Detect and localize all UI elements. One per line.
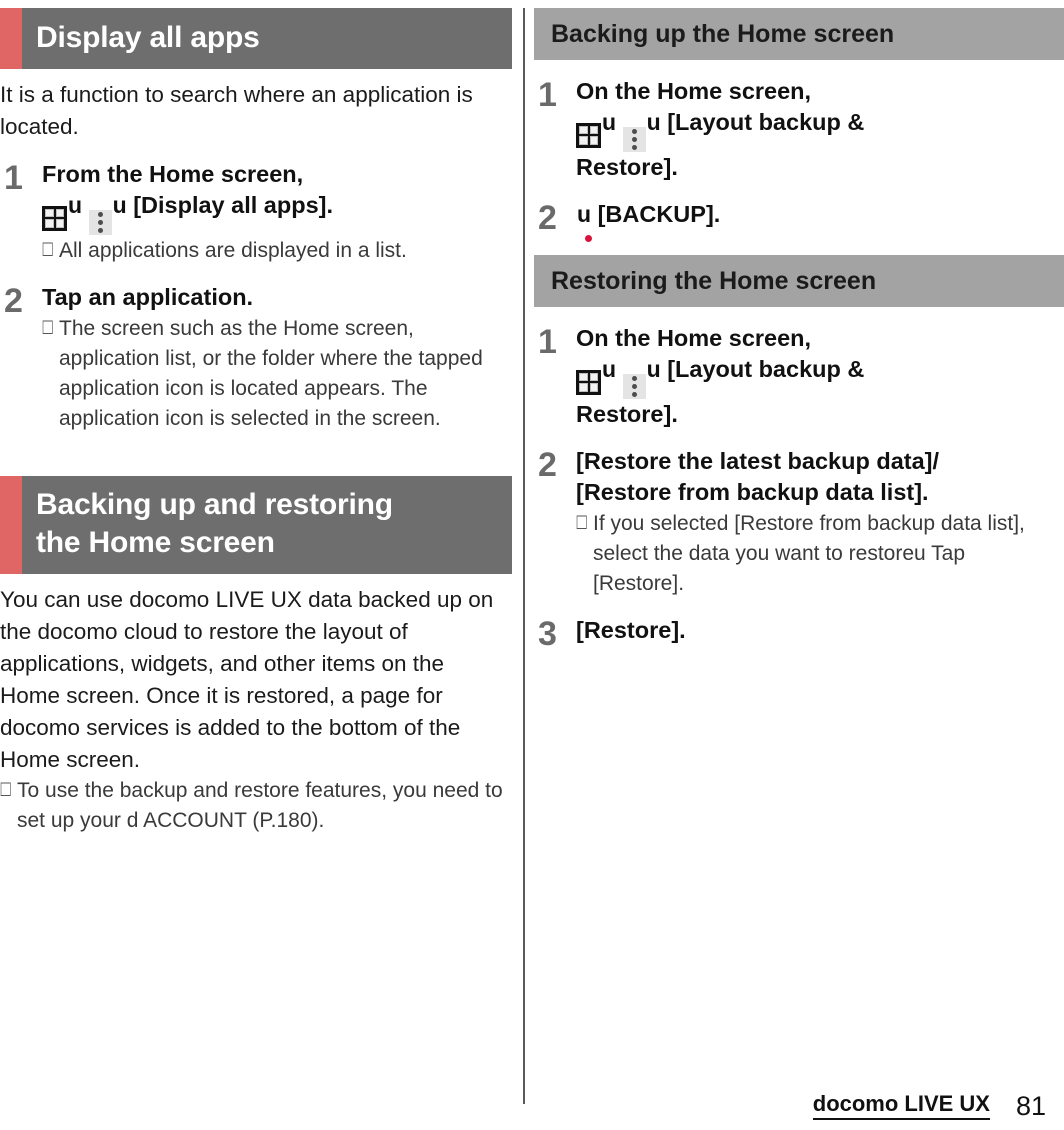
step-title: On the Home screen, u u [Layout backup &… [576, 323, 1064, 430]
step-title: [Restore]. [576, 617, 686, 643]
step-number: 2 [538, 199, 557, 237]
subsection-spacer [534, 235, 1064, 255]
step-title: Tap an application. [42, 284, 254, 310]
connector-arrow: u [602, 109, 617, 135]
step-title-line-1: On the Home screen, [576, 325, 812, 351]
subsection-header-restoring: Restoring the Home screen [534, 255, 1064, 307]
section-header-backing-up-restoring: Backing up and restoring the Home screen [0, 476, 512, 574]
step-item: 3 [Restore]. [534, 615, 1064, 651]
note-text: All applications are displayed in a list… [59, 239, 407, 262]
note-box-glyph: ⎕ [0, 780, 12, 801]
step-number: 2 [538, 446, 557, 484]
footer-section-title: docomo LIVE UX [812, 1091, 990, 1120]
red-accent-bar [0, 476, 22, 574]
step-item: 1 From the Home screen, u u [Display all… [0, 159, 512, 266]
note-box-glyph: ⎕ [42, 318, 54, 339]
step-item: 1 On the Home screen, u u [Layout backup… [534, 76, 1064, 183]
step-title-line-3: Restore]. [576, 401, 678, 427]
connector-arrow: u [646, 109, 661, 135]
column-gap [512, 0, 534, 1104]
page-number: 81 [1015, 1091, 1046, 1121]
step-body: [Restore the latest backup data]/ [Resto… [576, 446, 1064, 599]
step-title-tail: [Display all apps]. [133, 192, 333, 218]
connector-arrow: u [577, 201, 592, 227]
step-body: On the Home screen, u u [Layout backup &… [576, 76, 1064, 183]
step-title-line-1: On the Home screen, [576, 78, 812, 104]
step-title-tail: [Layout backup & [667, 356, 865, 382]
note-text: The screen such as the Home screen, appl… [59, 317, 483, 430]
connector-arrow: u [602, 356, 617, 382]
manual-page: Display all apps It is a function to sea… [0, 0, 1064, 1130]
step-body: On the Home screen, u u [Layout backup &… [576, 323, 1064, 430]
step-item: 2 u [BACKUP]. [534, 199, 1064, 235]
step-number: 2 [4, 282, 23, 320]
apps-grid-icon[interactable] [576, 358, 601, 395]
step-number: 1 [538, 323, 557, 361]
step-title-line-1: From the Home screen, [42, 161, 304, 187]
overflow-menu-icon[interactable] [622, 111, 646, 152]
note-text: To use the backup and restore features, … [17, 779, 503, 832]
step-title: From the Home screen, u u [Display all a… [42, 159, 512, 235]
red-accent-bar [0, 8, 22, 69]
column-divider-rule [523, 8, 525, 1104]
step-title: u [BACKUP]. [576, 199, 1064, 230]
step-title-line-2: [Restore from backup data list]. [576, 479, 929, 505]
step-body: [Restore]. [576, 615, 1064, 651]
step-item: 2 [Restore the latest backup data]/ [Res… [534, 446, 1064, 599]
page-footer: docomo LIVE UX 81 [0, 1086, 1064, 1130]
step-title-tail: [BACKUP]. [597, 201, 721, 227]
apps-grid-icon[interactable] [576, 111, 601, 148]
step-body: u [BACKUP]. [576, 199, 1064, 235]
overflow-menu-icon[interactable] [622, 358, 646, 399]
section-title: Display all apps [36, 21, 260, 54]
note-text: If you selected [Restore from backup dat… [593, 512, 1025, 595]
note-box-glyph: ⎕ [576, 513, 588, 534]
section-title: Backing up and restoring the Home screen [22, 476, 512, 574]
step-body: From the Home screen, u u [Display all a… [42, 159, 512, 266]
right-column: Backing up the Home screen 1 On the Home… [534, 0, 1064, 1090]
step-note: ⎕ All applications are displayed in a li… [42, 236, 512, 266]
section-title-line-2: the Home screen [36, 526, 275, 559]
note-box-glyph: ⎕ [42, 240, 54, 261]
section-note: ⎕ To use the backup and restore features… [0, 776, 512, 836]
two-column-layout: Display all apps It is a function to sea… [0, 0, 1064, 1104]
step-title: [Restore the latest backup data]/ [Resto… [576, 446, 1064, 508]
section-intro-paragraph: It is a function to search where an appl… [0, 82, 473, 139]
step-title-tail: [Layout backup & [667, 109, 865, 135]
step-item: 1 On the Home screen, u u [Layout backup… [534, 323, 1064, 430]
step-title: On the Home screen, u u [Layout backup &… [576, 76, 1064, 183]
step-note: ⎕ If you selected [Restore from backup d… [576, 509, 1064, 599]
step-number: 1 [4, 159, 23, 197]
overflow-menu-icon[interactable] [88, 194, 112, 235]
section-title-line-1: Backing up and restoring [36, 488, 393, 521]
section-intro-paragraph: You can use docomo LIVE UX data backed u… [0, 587, 494, 772]
section-header-display-all-apps: Display all apps [0, 8, 512, 69]
subsection-header-backing-up: Backing up the Home screen [534, 8, 1064, 60]
connector-arrow: u [112, 192, 127, 218]
connector-arrow: u [68, 192, 83, 218]
apps-grid-icon[interactable] [42, 194, 67, 231]
step-number: 1 [538, 76, 557, 114]
step-note: ⎕ The screen such as the Home screen, ap… [42, 314, 512, 434]
step-body: Tap an application. ⎕ The screen such as… [42, 282, 512, 434]
step-number: 3 [538, 615, 557, 653]
step-title-line-3: Restore]. [576, 154, 678, 180]
connector-arrow: u [646, 356, 661, 382]
step-item: 2 Tap an application. ⎕ The screen such … [0, 282, 512, 434]
step-title-line-1: [Restore the latest backup data]/ [576, 448, 940, 474]
left-column: Display all apps It is a function to sea… [0, 0, 512, 1090]
